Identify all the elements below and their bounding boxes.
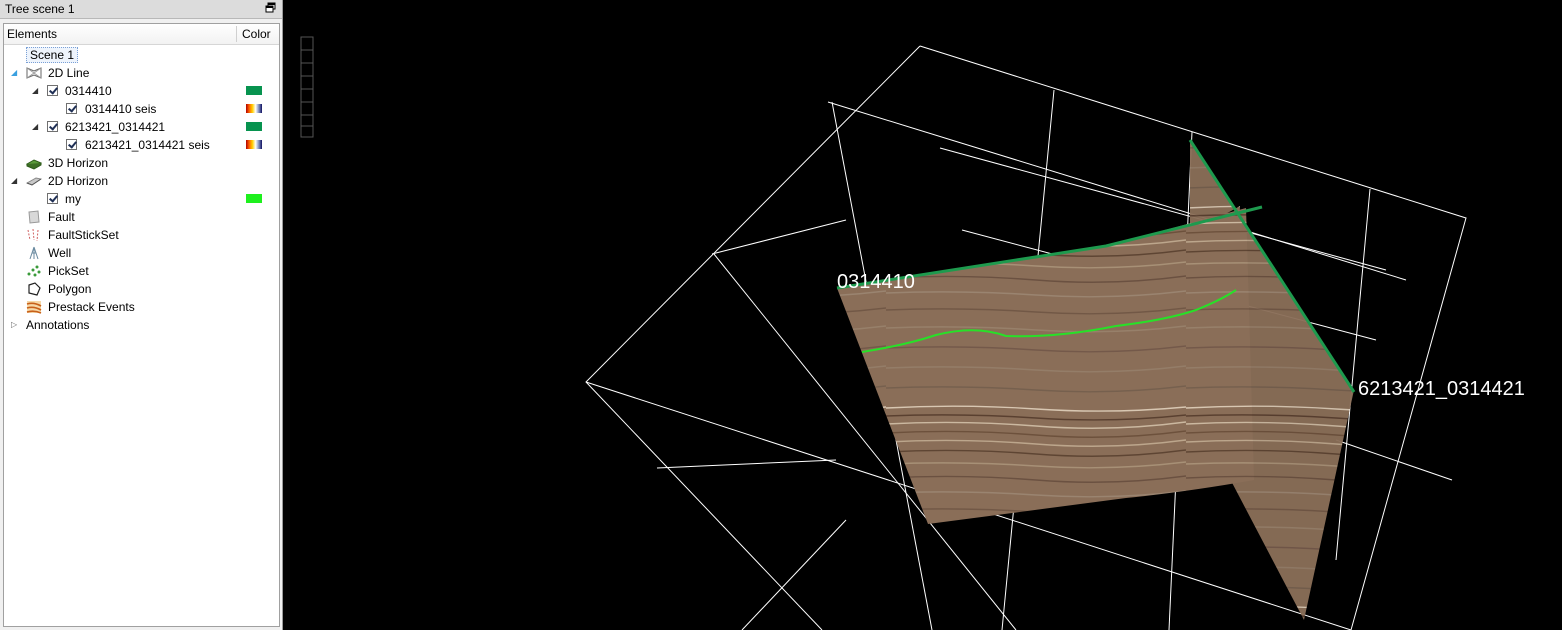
tree-item-label: PickSet xyxy=(48,264,89,278)
tree-header: Elements Color xyxy=(4,24,279,45)
restore-window-icon[interactable] xyxy=(265,2,276,13)
colortable-swatch[interactable] xyxy=(246,140,262,149)
panel-titlebar: Tree scene 1 xyxy=(0,0,282,19)
tree-item-label: Annotations xyxy=(26,318,90,332)
tree-item-label: 2D Line xyxy=(48,66,90,80)
tree-item-label: FaultStickSet xyxy=(48,228,119,242)
color-swatch[interactable] xyxy=(246,122,262,131)
tree-item-2d-line[interactable]: ◢ 2D Line xyxy=(4,64,279,82)
visibility-checkbox[interactable] xyxy=(66,103,77,114)
2d-line-icon xyxy=(26,67,42,79)
tree-item-label: 0314410 seis xyxy=(85,102,157,116)
visibility-checkbox[interactable] xyxy=(66,139,77,150)
visibility-checkbox[interactable] xyxy=(47,121,58,132)
colortable-swatch[interactable] xyxy=(246,104,262,113)
collapse-arrow-icon[interactable]: ◢ xyxy=(32,123,40,131)
panel-title: Tree scene 1 xyxy=(5,2,75,16)
fault-icon xyxy=(28,210,40,224)
visibility-checkbox[interactable] xyxy=(47,193,58,204)
tree-item-polygon[interactable]: Polygon xyxy=(4,280,279,298)
header-divider xyxy=(236,26,237,42)
tree-scene-panel: Tree scene 1 Elements Color Scene 1 ◢ 2D… xyxy=(0,0,283,630)
line-label-0314410: 0314410 xyxy=(837,271,915,293)
tree-item-label: 0314410 xyxy=(65,84,112,98)
tree-item-annotations[interactable]: ▷ Annotations xyxy=(4,316,279,334)
tree-item-6213421-0314421[interactable]: ◢ 6213421_0314421 xyxy=(4,118,279,136)
tree-item-6213421-0314421-seis[interactable]: 6213421_0314421 seis xyxy=(4,136,279,154)
3d-scene-viewer[interactable]: 0314410 6213421_0314421 xyxy=(286,0,1562,630)
scene-tree: Elements Color Scene 1 ◢ 2D Line ◢ 03144… xyxy=(3,23,280,627)
color-swatch[interactable] xyxy=(246,86,262,95)
collapse-arrow-icon[interactable]: ◢ xyxy=(11,177,19,185)
tree-item-prestack-events[interactable]: Prestack Events xyxy=(4,298,279,316)
tree-item-well[interactable]: Well xyxy=(4,244,279,262)
tree-item-pickset[interactable]: PickSet xyxy=(4,262,279,280)
tree-item-label: 6213421_0314421 seis xyxy=(85,138,210,152)
tree-item-scene[interactable]: Scene 1 xyxy=(4,46,279,64)
line-label-6213421-0314421: 6213421_0314421 xyxy=(1358,378,1525,400)
tree-item-label: Polygon xyxy=(48,282,92,296)
tree-item-fault[interactable]: Fault xyxy=(4,208,279,226)
collapse-arrow-icon[interactable]: ◢ xyxy=(32,87,40,95)
tree-item-label: my xyxy=(65,192,81,206)
color-swatch[interactable] xyxy=(246,194,262,203)
2d-horizon-icon xyxy=(26,177,42,186)
3d-horizon-icon xyxy=(26,159,42,170)
expand-arrow-icon[interactable]: ▷ xyxy=(11,321,19,329)
tree-item-label: Fault xyxy=(48,210,75,224)
tree-item-label: Well xyxy=(48,246,72,260)
prestack-events-icon xyxy=(26,301,42,314)
tree-item-label: 6213421_0314421 xyxy=(65,120,166,134)
header-color[interactable]: Color xyxy=(242,27,271,41)
well-icon xyxy=(29,246,39,260)
visibility-checkbox[interactable] xyxy=(47,85,58,96)
tree-item-faultstickset[interactable]: FaultStickSet xyxy=(4,226,279,244)
tree-item-3d-horizon[interactable]: 3D Horizon xyxy=(4,154,279,172)
tree-item-0314410[interactable]: ◢ 0314410 xyxy=(4,82,279,100)
tree-item-label: 2D Horizon xyxy=(48,174,109,188)
tree-item-label: 3D Horizon xyxy=(48,156,109,170)
pickset-icon xyxy=(27,265,41,277)
tree-item-0314410-seis[interactable]: 0314410 seis xyxy=(4,100,279,118)
header-elements[interactable]: Elements xyxy=(7,27,57,41)
tree-item-2d-horizon[interactable]: ◢ 2D Horizon xyxy=(4,172,279,190)
faultstickset-icon xyxy=(27,228,39,242)
tree-item-my[interactable]: my xyxy=(4,190,279,208)
tree-item-label: Prestack Events xyxy=(48,300,135,314)
collapse-arrow-icon[interactable]: ◢ xyxy=(11,69,19,77)
scene-label[interactable]: Scene 1 xyxy=(26,47,79,63)
polygon-icon xyxy=(28,282,41,296)
